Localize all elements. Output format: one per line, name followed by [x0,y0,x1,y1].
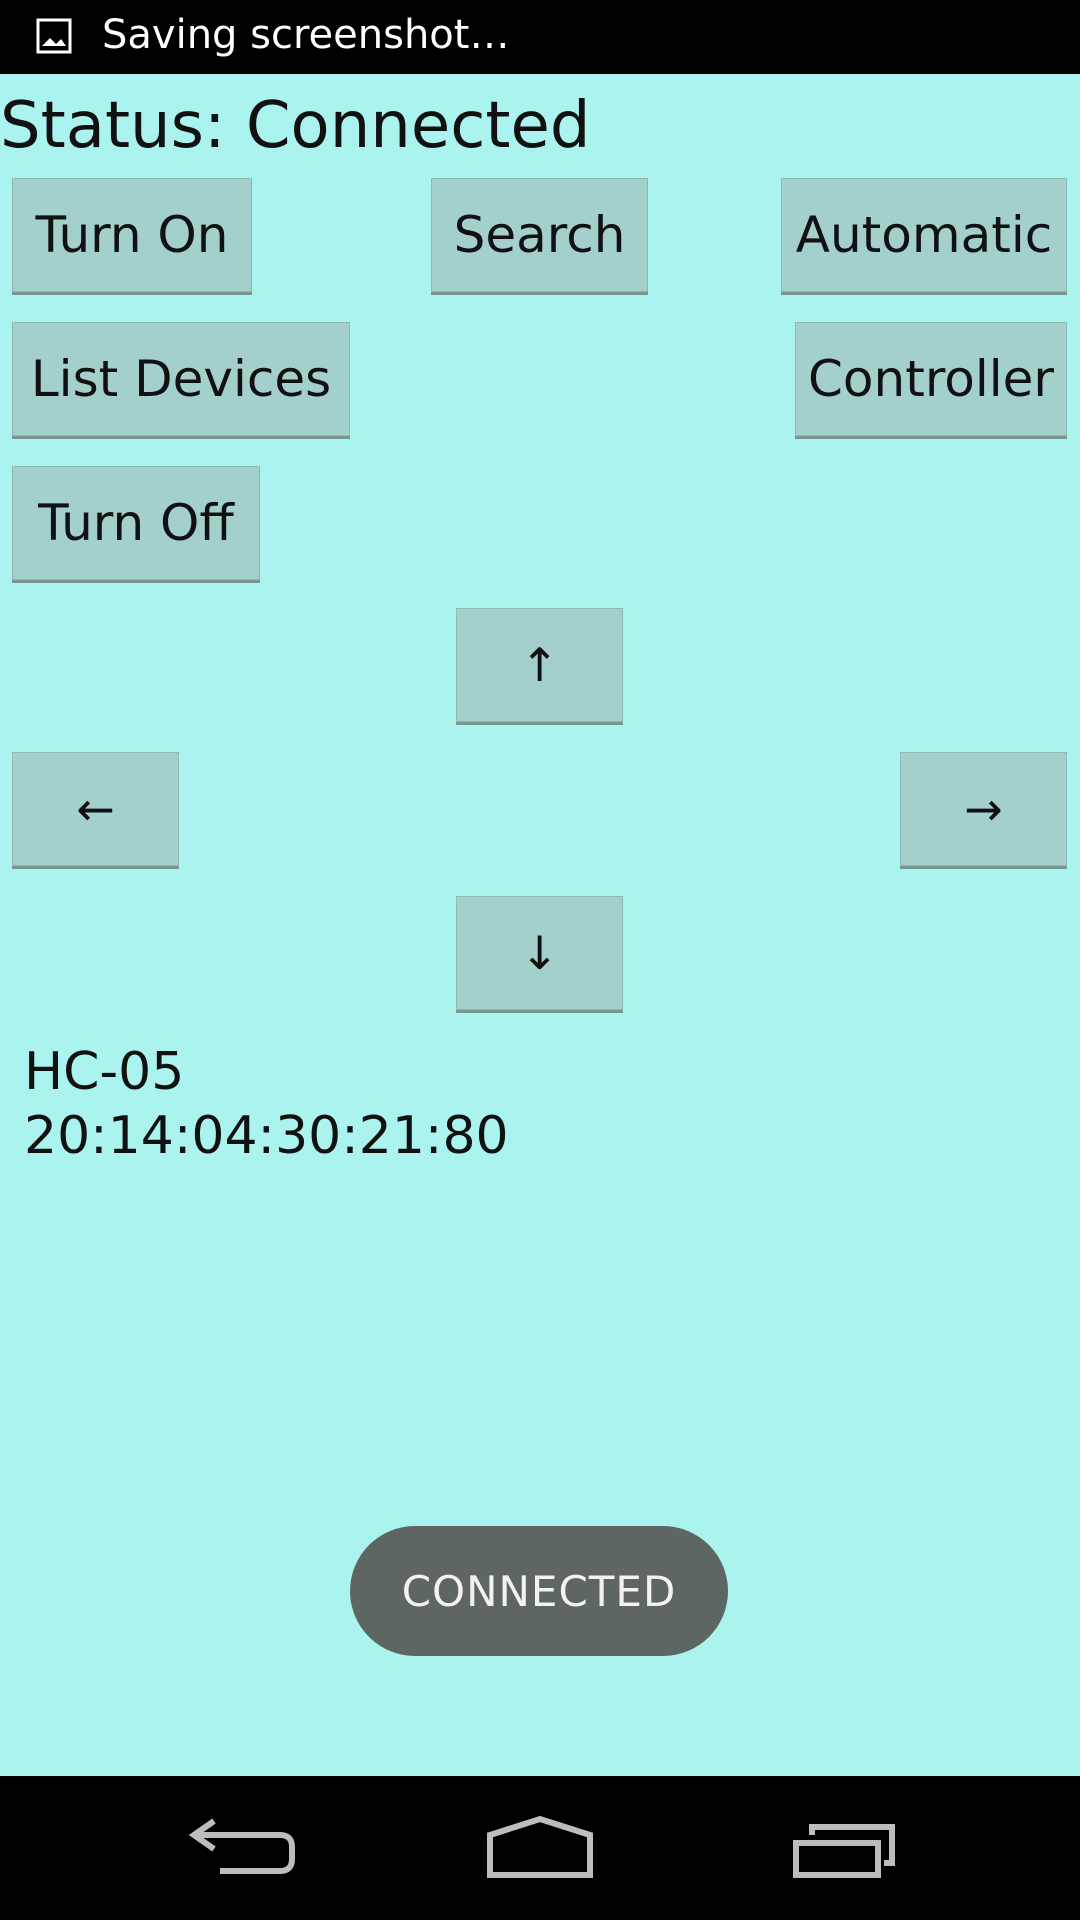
home-button[interactable] [460,1798,620,1898]
back-button[interactable] [160,1798,320,1898]
image-icon [36,18,72,54]
connection-status-label: Status: Connected [0,89,591,163]
device-info: HC-05 20:14:04:30:21:80 [24,1040,509,1168]
status-notification-text: Saving screenshot… [102,12,510,58]
recents-icon [793,1824,895,1878]
navigation-bar [0,1776,1080,1920]
up-arrow-button[interactable]: ↑ [456,608,623,722]
automatic-button[interactable]: Automatic [781,178,1067,292]
device-address: 20:14:04:30:21:80 [24,1106,509,1166]
list-devices-button[interactable]: List Devices [12,322,350,436]
home-icon [487,1815,593,1878]
recents-button[interactable] [762,1798,922,1898]
toast-message: CONNECTED [350,1526,728,1656]
turn-on-button[interactable]: Turn On [12,178,252,292]
turn-off-button[interactable]: Turn Off [12,466,260,580]
left-arrow-button[interactable]: ← [12,752,179,866]
back-icon [188,1818,295,1874]
app-content: Status: Connected Turn On Search Automat… [0,74,1080,1776]
status-bar: Saving screenshot… [0,0,1080,74]
search-button[interactable]: Search [431,178,648,292]
device-name: HC-05 [24,1042,185,1102]
right-arrow-button[interactable]: → [900,752,1067,866]
controller-button[interactable]: Controller [795,322,1067,436]
down-arrow-button[interactable]: ↓ [456,896,623,1010]
